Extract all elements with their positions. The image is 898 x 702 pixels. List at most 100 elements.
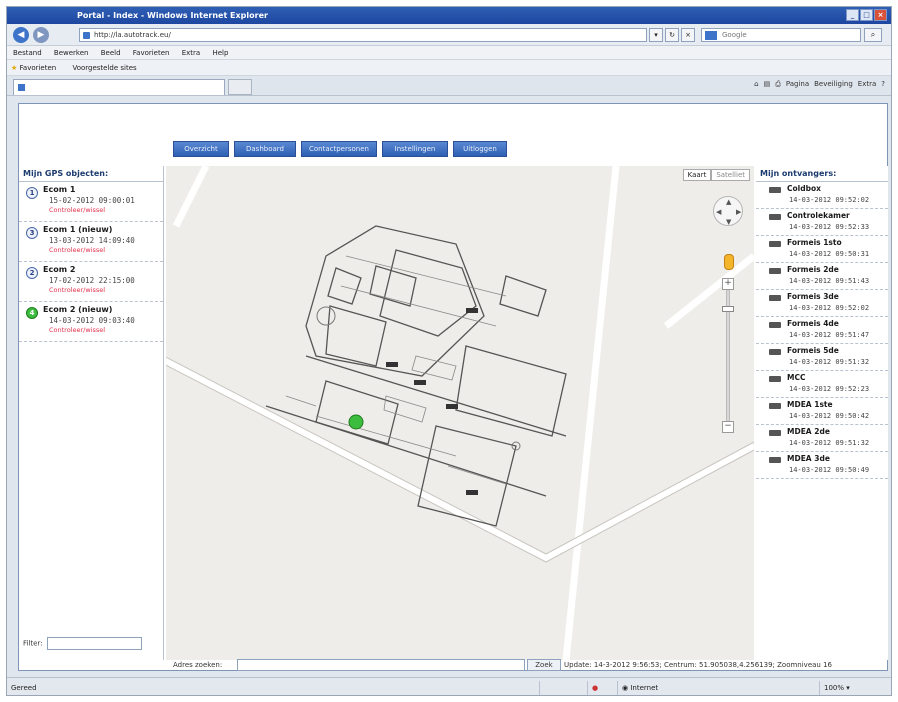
receiver-item[interactable]: MDEA 3de 14-03-2012 09:50:49 [756,452,888,479]
cmd-extra[interactable]: Extra [858,80,876,89]
receiver-icon [769,349,781,355]
receiver-date: 14-03-2012 09:52:02 [789,196,870,204]
update-status-text: Update: 14-3-2012 9:56:53; Centrum: 51.9… [564,661,832,669]
receiver-item[interactable]: Formeis 3de 14-03-2012 09:52:02 [756,290,888,317]
new-tab-button[interactable] [228,79,252,95]
pan-down-icon[interactable]: ▼ [726,218,731,226]
gps-object-name: Ecom 1 [43,185,76,194]
gps-object-item[interactable]: 3 Ecom 1 (nieuw) 13-03-2012 14:09:40 Contro… [19,222,163,262]
print-icon[interactable]: ⎙ [775,80,781,89]
pan-up-icon[interactable]: ▲ [726,198,731,206]
favorites-star-icon[interactable]: ★ [11,64,17,72]
menu-bewerken[interactable]: Bewerken [54,49,89,57]
street-view-pegman-icon[interactable] [724,254,734,270]
favorites-label[interactable]: Favorieten [20,64,57,72]
zoom-out-button[interactable]: − [722,421,734,433]
receiver-item[interactable]: MDEA 1ste 14-03-2012 09:50:42 [756,398,888,425]
nav-button-overzicht[interactable]: Overzicht [173,141,229,157]
nav-button-uitloggen[interactable]: Uitloggen [453,141,507,157]
receiver-list: Coldbox 14-03-2012 09:52:02 Controlekamer 1… [756,182,888,479]
stop-icon[interactable]: × [681,28,695,42]
menu-extra[interactable]: Extra [182,49,200,57]
receiver-name: Formeis 3de [787,292,839,301]
gps-object-status-link[interactable]: Controleer/wissel [49,326,105,334]
cmd-page[interactable]: Pagina [786,80,809,89]
map-type-kaart[interactable]: Kaart [682,169,712,181]
minimize-button[interactable]: _ [846,9,859,21]
zoom-in-button[interactable]: + [722,278,734,290]
receiver-item[interactable]: Formeis 2de 14-03-2012 09:51:43 [756,263,888,290]
address-dropdown-icon[interactable]: ▾ [649,28,663,42]
receiver-date: 14-03-2012 09:51:32 [789,358,870,366]
receiver-item[interactable]: Formeis 1sto 14-03-2012 09:50:31 [756,236,888,263]
maximize-button[interactable]: □ [860,9,873,21]
receiver-date: 14-03-2012 09:52:23 [789,385,870,393]
nav-button-instellingen[interactable]: Instellingen [382,141,448,157]
pan-left-icon[interactable]: ◀ [716,208,721,216]
favorites-bar: ★ Favorieten Voorgestelde sites [7,60,891,76]
map-type-switch: Kaart Satelliet [682,169,750,181]
receivers-panel: Mijn ontvangers: Coldbox 14-03-2012 09:52… [756,166,888,660]
receiver-name: MDEA 3de [787,454,830,463]
menu-help[interactable]: Help [212,49,228,57]
nav-button-contactpersonen[interactable]: Contactpersonen [301,141,377,157]
menu-favorieten[interactable]: Favorieten [133,49,170,57]
gps-object-date: 14-03-2012 09:03:40 [49,316,135,325]
receiver-name: Formeis 2de [787,265,839,274]
gps-object-status-link[interactable]: Controleer/wissel [49,206,105,214]
menu-bestand[interactable]: Bestand [13,49,42,57]
address-search-input[interactable] [237,659,525,671]
address-bar[interactable]: http://la.autotrack.eu/ [79,28,647,42]
gps-objects-title: Mijn GPS objecten: [19,166,163,182]
receiver-date: 14-03-2012 09:51:43 [789,277,870,285]
filter-input[interactable] [46,637,142,650]
suggested-sites-link[interactable]: Voorgestelde sites [72,64,136,72]
cmd-security[interactable]: Beveiliging [814,80,853,89]
receiver-name: MDEA 2de [787,427,830,436]
receiver-item[interactable]: Formeis 5de 14-03-2012 09:51:32 [756,344,888,371]
forward-icon[interactable]: ▶ [33,27,49,43]
receiver-item[interactable]: MCC 14-03-2012 09:52:23 [756,371,888,398]
feeds-icon[interactable]: ▤ [764,80,771,89]
help-icon[interactable]: ? [881,80,885,89]
receiver-name: Coldbox [787,184,821,193]
gps-object-number-icon: 4 [26,307,38,319]
internet-zone: ◉ Internet [617,681,712,695]
menu-beeld[interactable]: Beeld [101,49,121,57]
receiver-icon [769,241,781,247]
receiver-item[interactable]: Controlekamer 14-03-2012 09:52:33 [756,209,888,236]
gps-object-date: 17-02-2012 22:15:00 [49,276,135,285]
gps-object-status-link[interactable]: Controleer/wissel [49,246,105,254]
home-icon[interactable]: ⌂ [754,80,758,89]
gps-object-item[interactable]: 2 Ecom 2 17-02-2012 22:15:00 Controleer/wis… [19,262,163,302]
map-type-satelliet[interactable]: Satelliet [711,169,750,181]
gps-object-status-link[interactable]: Controleer/wissel [49,286,105,294]
search-box[interactable]: Google [701,28,861,42]
receiver-name: MDEA 1ste [787,400,833,409]
receiver-icon [769,322,781,328]
map-view[interactable]: Kaart Satelliet ▲ ◀ ▶ ▼ + − [166,166,754,660]
receiver-icon [769,295,781,301]
receiver-item[interactable]: MDEA 2de 14-03-2012 09:51:32 [756,425,888,452]
receiver-item[interactable]: Coldbox 14-03-2012 09:52:02 [756,182,888,209]
receiver-icon [769,430,781,436]
gps-object-item[interactable]: 4 Ecom 2 (nieuw) 14-03-2012 09:03:40 Contro… [19,302,163,342]
gps-object-item[interactable]: 1 Ecom 1 15-02-2012 09:00:01 Controleer/wis… [19,182,163,222]
address-row: ◀ ▶ http://la.autotrack.eu/ ▾ ↻ × Google… [7,24,891,46]
gps-object-name: Ecom 2 [43,265,76,274]
browser-tab[interactable] [13,79,225,95]
search-icon[interactable]: ⌕ [864,28,882,42]
pan-control[interactable]: ▲ ◀ ▶ ▼ [713,196,743,226]
search-placeholder: Google [722,31,747,39]
nav-button-dashboard[interactable]: Dashboard [234,141,296,157]
close-button[interactable]: × [874,9,887,21]
pan-right-icon[interactable]: ▶ [736,208,741,216]
receiver-date: 14-03-2012 09:51:47 [789,331,870,339]
refresh-icon[interactable]: ↻ [665,28,679,42]
address-search-button[interactable]: Zoek [527,659,561,671]
receiver-item[interactable]: Formeis 4de 14-03-2012 09:51:47 [756,317,888,344]
zoom-slider-handle[interactable] [722,306,734,312]
zoom-level[interactable]: 100% ▾ [819,681,889,695]
gps-object-marker-icon [348,414,364,430]
back-icon[interactable]: ◀ [13,27,29,43]
